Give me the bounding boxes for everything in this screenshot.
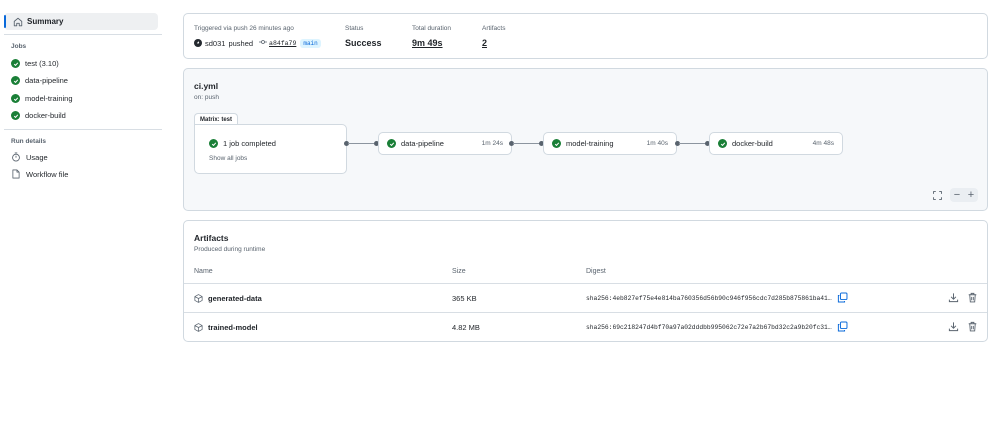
sidebar-item-summary[interactable]: Summary [4,13,158,30]
show-all-jobs-link[interactable]: Show all jobs [209,155,247,162]
sidebar-item-label: Workflow file [26,170,69,179]
sidebar-item-label: data-pipeline [25,76,68,85]
divider [4,34,162,35]
artifact-name: generated-data [208,293,262,303]
duration-label: Total duration [412,25,452,32]
artifacts-card: Artifacts Produced during runtime Name S… [183,220,988,342]
column-header-digest: Digest [586,268,606,275]
matrix-summary: 1 job completed [209,139,276,148]
artifacts-title: Artifacts [194,233,229,243]
success-check-icon [11,94,20,103]
success-check-icon [552,139,561,148]
copy-icon[interactable] [837,321,848,332]
column-header-size: Size [452,268,466,275]
success-check-icon [718,139,727,148]
commit-link[interactable]: a84fa79 [259,38,296,48]
file-icon [11,169,21,181]
success-check-icon [209,139,218,148]
zoom-in-button[interactable]: + [964,188,978,202]
success-check-icon [11,76,20,85]
sidebar-item-label: model-training [25,94,73,103]
sidebar-item-workflow-file[interactable]: Workflow file [11,168,68,181]
artifact-size: 4.82 MB [452,322,480,332]
sidebar-item-label: Usage [26,153,48,162]
workflow-trigger: on: push [194,94,219,101]
divider [4,129,162,130]
jobs-heading: Jobs [11,43,27,50]
package-icon [194,322,203,332]
branch-badge[interactable]: main [300,38,321,48]
success-check-icon [11,59,20,68]
fullscreen-icon [932,190,942,200]
job-duration: 1m 40s [646,140,668,147]
artifact-size: 365 KB [452,293,477,303]
download-icon[interactable] [948,292,959,303]
matrix-summary-label: 1 job completed [223,139,276,148]
column-header-name: Name [194,268,213,275]
commit-sha: a84fa79 [269,39,297,47]
artifacts-label: Artifacts [482,25,506,32]
job-duration: 1m 24s [481,140,503,147]
action-text: pushed [228,38,254,48]
download-icon[interactable] [948,321,959,332]
matrix-job-box: 1 job completed Show all jobs [194,124,347,174]
job-label: docker-build [732,139,773,148]
sidebar-item-test[interactable]: test (3.10) [11,57,59,70]
graph-controls: − + [930,188,978,202]
stopwatch-icon [11,152,21,164]
job-node-docker-build[interactable]: docker-build 4m 48s [709,132,843,155]
sidebar-item-data-pipeline[interactable]: data-pipeline [11,74,68,87]
sidebar-item-docker-build[interactable]: docker-build [11,109,66,122]
avatar[interactable]: ◕ [194,39,202,47]
artifact-digest: sha256:4eb827ef75e4e814ba760356d56b90c94… [586,294,832,302]
trash-icon[interactable] [967,292,978,303]
sidebar-item-label: test (3.10) [25,59,59,68]
connector-line [513,143,540,144]
zoom-out-button[interactable]: − [950,188,964,202]
job-label: data-pipeline [401,139,444,148]
duration-stat: Total duration 9m 49s [412,25,451,48]
artifacts-subtitle: Produced during runtime [194,246,266,253]
success-check-icon [11,111,20,120]
zoom-group: − + [950,188,978,202]
artifact-name-cell[interactable]: trained-model [194,313,258,341]
trigger-text: Triggered via push 26 minutes ago [194,25,294,32]
status-stat: Status Success [345,25,382,48]
username-link[interactable]: sd031 [205,39,225,48]
status-label: Status [345,25,364,32]
run-summary-card: Triggered via push 26 minutes ago ◕ sd03… [183,13,988,59]
artifact-name: trained-model [208,322,258,332]
artifact-name-cell[interactable]: generated-data [194,284,262,312]
fullscreen-button[interactable] [930,188,944,202]
home-icon [13,17,23,27]
sidebar-item-label: Summary [27,17,64,26]
workflow-name[interactable]: ci.yml [194,81,218,91]
package-icon [194,293,203,303]
artifacts-count[interactable]: 2 [482,38,505,48]
sidebar-item-usage[interactable]: Usage [11,151,48,164]
push-info: ◕ sd031 pushed a84fa79 main [194,38,321,48]
connector-line [679,143,706,144]
table-row: generated-data 365 KB sha256:4eb827ef75e… [184,284,987,312]
artifacts-stat: Artifacts 2 [482,25,505,48]
job-node-model-training[interactable]: model-training 1m 40s [543,132,677,155]
job-duration: 4m 48s [812,140,834,147]
run-details-heading: Run details [11,138,47,145]
trash-icon[interactable] [967,321,978,332]
artifact-digest: sha256:69c218247d4bf70a97a02dddbb995062c… [586,323,832,331]
job-label: model-training [566,139,614,148]
table-row: trained-model 4.82 MB sha256:69c218247d4… [184,313,987,341]
duration-value[interactable]: 9m 49s [412,38,451,48]
commit-icon [259,38,268,48]
connector-line [348,143,374,144]
sidebar-item-model-training[interactable]: model-training [11,92,73,105]
success-check-icon [387,139,396,148]
copy-icon[interactable] [837,292,848,303]
sidebar: Summary Jobs test (3.10) data-pipeline m… [0,0,168,425]
sidebar-item-label: docker-build [25,111,66,120]
status-value: Success [345,38,382,48]
active-indicator [4,15,6,28]
job-node-data-pipeline[interactable]: data-pipeline 1m 24s [378,132,512,155]
workflow-graph-card: ci.yml on: push Matrix: test 1 job compl… [183,68,988,211]
